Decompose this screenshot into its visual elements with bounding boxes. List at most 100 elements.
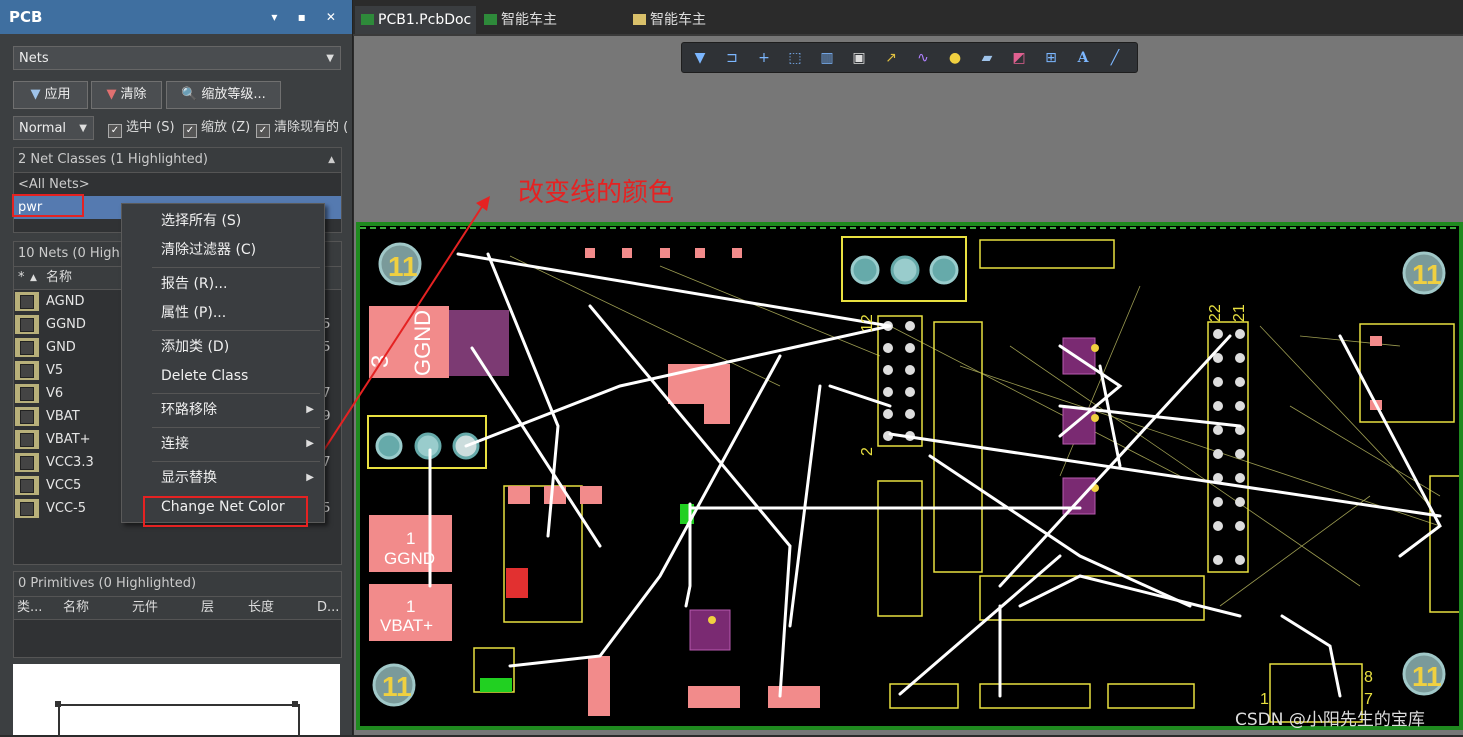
header-label-21: 21: [1231, 304, 1248, 322]
net-color-swatch[interactable]: [15, 361, 39, 380]
hole-label: 11: [1412, 661, 1442, 692]
panel-title-bar: PCB ▾ ▪ ✕: [0, 0, 352, 34]
document-tabs: PCB1.PcbDoc * 智能车主板.PcbDoc 智能车主板.SchDoc: [353, 0, 1463, 56]
drag-handle[interactable]: [55, 701, 61, 707]
component-column[interactable]: 元件: [132, 597, 158, 619]
pcb-board[interactable]: 3 GGND 1 GGND 1 VBAT+ 11 11 11 11 12 2 2…: [356, 222, 1463, 730]
menu-item-properties[interactable]: 属性 (P)...: [122, 300, 324, 326]
net-color-swatch[interactable]: [15, 292, 39, 311]
net-color-swatch[interactable]: [15, 384, 39, 403]
polygon-icon[interactable]: ◩: [1009, 48, 1029, 68]
line-icon[interactable]: ╱: [1105, 48, 1125, 68]
mode-select[interactable]: Nets ▼: [13, 46, 341, 70]
submenu-arrow-icon: ▶: [306, 438, 314, 449]
net-name: V5: [46, 363, 64, 378]
net-name: VCC-5: [46, 501, 87, 516]
interactive-route-icon[interactable]: ↗: [881, 48, 901, 68]
net-color-swatch[interactable]: [15, 338, 39, 357]
menu-separator: [152, 461, 320, 462]
drag-handle[interactable]: [292, 701, 298, 707]
panel-window-buttons[interactable]: ▾ ▪ ✕: [271, 0, 344, 34]
menu-separator: [152, 330, 320, 331]
type-column[interactable]: 类...: [17, 597, 42, 619]
tab-main-pcb[interactable]: 智能车主板.PcbDoc: [478, 6, 624, 56]
net-color-swatch[interactable]: [15, 453, 39, 472]
chevron-down-icon: ▼: [326, 53, 334, 64]
d-column[interactable]: D...: [317, 597, 339, 619]
net-color-swatch[interactable]: [15, 407, 39, 426]
menu-item-report[interactable]: 报告 (R)...: [122, 271, 324, 297]
zoom-level-button[interactable]: 🔍 缩放等级...: [166, 81, 281, 109]
watermark: CSDN @小阳先生的宝库: [1235, 710, 1425, 730]
align-icon[interactable]: ▥: [817, 48, 837, 68]
list-item[interactable]: <All Nets>: [14, 173, 341, 196]
net-name: GGND: [46, 317, 86, 332]
route-icon[interactable]: ⊐: [722, 48, 742, 68]
net-classes-header-text: 2 Net Classes (1 Highlighted): [18, 152, 208, 167]
menu-item-select-all[interactable]: 选择所有 (S): [122, 208, 324, 234]
tab-main-sch[interactable]: 智能车主板.SchDoc: [627, 6, 773, 56]
zoom-checkbox[interactable]: ✓ 缩放 (Z): [183, 118, 250, 138]
length-column[interactable]: 长度: [248, 597, 274, 619]
pcb-doc-icon: [484, 14, 497, 25]
net-color-swatch[interactable]: [15, 476, 39, 495]
via-icon[interactable]: ●: [945, 48, 965, 68]
net-name: AGND: [46, 294, 85, 309]
menu-item-delete-class[interactable]: Delete Class: [122, 363, 324, 389]
clear-existing-checkbox[interactable]: ✓ 清除现有的 (: [256, 118, 352, 138]
submenu-arrow-icon: ▶: [306, 472, 314, 483]
mask-mode-select[interactable]: Normal ▼: [13, 116, 94, 140]
clear-button[interactable]: ▼ 清除: [91, 81, 162, 109]
net-color-swatch[interactable]: [15, 499, 39, 518]
menu-item-add-class[interactable]: 添加类 (D): [122, 334, 324, 360]
cross-icon[interactable]: +: [754, 48, 774, 68]
apply-button[interactable]: ▼ 应用: [13, 81, 88, 109]
net-name: VBAT+: [46, 432, 91, 447]
fill-icon[interactable]: ▰: [977, 48, 997, 68]
smd-pad-red: [506, 568, 528, 598]
board-texts: 3 GGND 1 GGND 1 VBAT+ 11 11 11 11 12 2 2…: [367, 251, 1442, 708]
star-column[interactable]: *: [18, 267, 25, 289]
ggnd-label: GGND: [410, 310, 435, 376]
view-rect[interactable]: [58, 704, 300, 737]
menu-item-connections[interactable]: 连接 ▶: [122, 431, 324, 457]
filter-icon: ▼: [30, 87, 41, 102]
menu-item-label: 选择所有 (S): [161, 213, 242, 229]
primitives-list: 0 Primitives (0 Highlighted) 类... 名称 元件 …: [13, 571, 342, 658]
net-color-swatch[interactable]: [15, 315, 39, 334]
menu-item-label: 连接: [161, 436, 189, 452]
menu-item-loop-removal[interactable]: 环路移除 ▶: [122, 397, 324, 423]
menu-item-show-override[interactable]: 显示替换 ▶: [122, 465, 324, 491]
chevron-down-icon: ▼: [79, 123, 87, 134]
sort-icon[interactable]: ▲: [30, 267, 37, 289]
hole-label: 11: [382, 671, 412, 702]
net-name: VCC3.3: [46, 455, 94, 470]
menu-item-label: 清除过滤器 (C): [161, 242, 257, 258]
collapse-icon[interactable]: ▲: [328, 148, 335, 172]
highlighted-net-traces: [428, 252, 1442, 698]
text-icon[interactable]: A: [1073, 48, 1093, 68]
board-drawing: 3 GGND 1 GGND 1 VBAT+ 11 11 11 11 12 2 2…: [360, 227, 1459, 723]
net-color-swatch[interactable]: [15, 430, 39, 449]
clear-existing-label: 清除现有的 (: [274, 120, 349, 135]
net-name: GND: [46, 340, 76, 355]
name-column[interactable]: 名称: [46, 267, 72, 289]
menu-item-label: 环路移除: [161, 402, 217, 418]
header-label-8: 8: [1364, 669, 1373, 686]
net-name: V6: [46, 386, 64, 401]
layer-column[interactable]: 层: [201, 597, 214, 619]
dimension-icon[interactable]: ⊞: [1041, 48, 1061, 68]
menu-item-clear-filter[interactable]: 清除过滤器 (C): [122, 237, 324, 263]
zoom-checkbox-label: 缩放 (Z): [201, 120, 251, 135]
diff-pair-icon[interactable]: ∿: [913, 48, 933, 68]
mini-board-view[interactable]: [13, 664, 340, 737]
zoom-label: 缩放等级...: [201, 87, 266, 102]
hole-label: 11: [1412, 259, 1442, 290]
component-icon[interactable]: ▣: [849, 48, 869, 68]
name-column[interactable]: 名称: [63, 597, 89, 619]
tab-pcb1[interactable]: PCB1.PcbDoc *: [355, 6, 476, 56]
filter-icon[interactable]: ▼: [690, 48, 710, 68]
select-checkbox[interactable]: ✓ 选中 (S): [108, 118, 175, 138]
select-rect-icon[interactable]: ⬚: [785, 48, 805, 68]
magnifier-icon: 🔍: [181, 87, 198, 102]
